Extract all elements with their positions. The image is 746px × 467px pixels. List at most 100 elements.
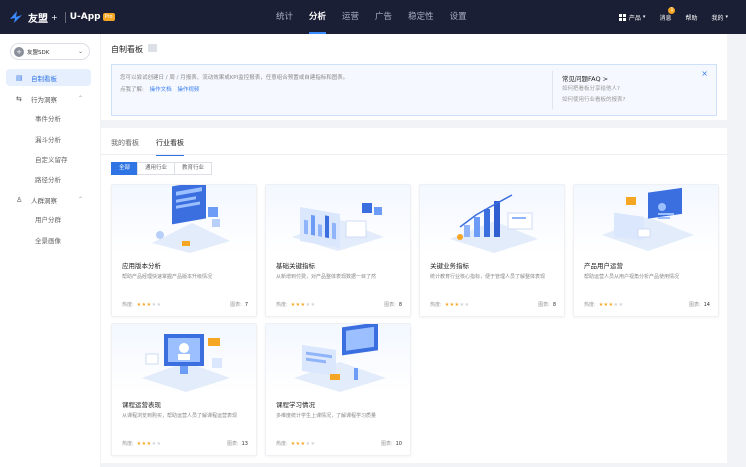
brand-name: 友盟 <box>28 13 48 25</box>
count-label: 图表: <box>226 441 239 447</box>
brand-divider <box>64 11 66 23</box>
edit-icon[interactable] <box>148 44 157 52</box>
chevron-up-icon: ⌃ <box>77 95 83 102</box>
nav-settings[interactable]: 设置 <box>442 0 475 34</box>
nav-operations[interactable]: 运营 <box>334 0 367 34</box>
count-value: 13 <box>241 441 248 447</box>
pro-badge: Pro <box>102 13 115 21</box>
account-menu[interactable]: 我的 ▾ <box>711 13 728 22</box>
card-chart-count: 图表: 10 <box>381 440 402 447</box>
close-icon[interactable]: × <box>701 69 708 78</box>
card-chart-count: 图表: 7 <box>230 301 248 308</box>
card-heat: 热度: ★★★★★ <box>430 301 470 309</box>
nav-ads[interactable]: 广告 <box>367 0 400 34</box>
sidebar-item-event-analysis[interactable]: 事件分析 <box>35 113 61 123</box>
account-label: 我的 <box>711 14 724 22</box>
chevron-up-icon: ⌃ <box>77 196 83 203</box>
user-icon: ♙ <box>16 195 23 204</box>
card-illustration <box>420 185 564 254</box>
help-link[interactable]: 帮助 <box>685 13 697 22</box>
count-value: 14 <box>703 302 710 308</box>
heat-stars: ★★★★★ <box>136 301 162 308</box>
sidebar-group-behavior[interactable]: ⇆ 行为洞察 ⌃ <box>6 90 91 107</box>
brand-plus: + <box>51 12 58 22</box>
sidebar-group-audience[interactable]: ♙ 人群洞察 ⌃ <box>6 191 91 208</box>
card-chart-count: 图表: 8 <box>538 301 556 308</box>
app-icon: + <box>14 46 24 57</box>
learn-prefix: 点我了解: <box>120 87 144 93</box>
sidebar-item-funnel[interactable]: 漏斗分析 <box>35 134 61 144</box>
behavior-icon: ⇆ <box>16 94 22 103</box>
sidebar-item-segments[interactable]: 用户分群 <box>35 214 61 224</box>
tabs-divider <box>101 154 727 155</box>
card-description: 帮助运营人员从用户视角分析产品使用情况 <box>584 274 680 280</box>
nav-stability[interactable]: 稳定性 <box>400 0 442 34</box>
app-selector[interactable]: + 友盟SDK ⌄ <box>10 43 90 60</box>
messages-label: 消息 <box>659 14 672 22</box>
heat-stars: ★★★★★ <box>598 301 624 308</box>
page-title: 自制看板 <box>111 45 143 54</box>
card-description: 从课程浏览到购买，帮助运营人员了解课程运营表现 <box>122 413 238 419</box>
right-nav: 产品 ▾ 消息 1 帮助 我的 ▾ <box>605 0 728 34</box>
heat-stars: ★★★★★ <box>290 301 316 308</box>
card-heat: 热度: ★★★★★ <box>276 440 316 448</box>
sidebar-item-dashboard[interactable]: ▤ 自制看板 <box>6 69 91 86</box>
brand-logo[interactable]: 友盟 + U-App Pro <box>0 0 115 34</box>
product-menu[interactable]: 产品 ▾ <box>618 13 646 22</box>
tab-my-dashboard[interactable]: 我的看板 <box>111 138 139 154</box>
sidebar-item-path[interactable]: 路径分析 <box>35 174 61 184</box>
header-panel: 自制看板 您可以尝试创建日 / 周 / 月报表、流动效果或KPI监控报表，任意组… <box>101 34 727 120</box>
faq-question-share[interactable]: 如何把看板分享给他人? <box>562 84 620 92</box>
card-title: 基础关键指标 <box>276 262 315 270</box>
app-name: 友盟SDK <box>27 49 50 56</box>
filter-all[interactable]: 全部 <box>111 162 139 175</box>
filter-education[interactable]: 教育行业 <box>174 162 213 175</box>
card-title: 课程学习情况 <box>276 401 315 409</box>
nav-analysis[interactable]: 分析 <box>301 0 334 34</box>
heat-label: 热度: <box>276 441 288 447</box>
dashboard-card[interactable]: 产品用户运营 帮助运营人员从用户视角分析产品使用情况 热度: ★★★★★ 图表:… <box>573 184 719 317</box>
card-illustration <box>266 324 410 393</box>
count-value: 10 <box>395 441 402 447</box>
filter-general[interactable]: 通用行业 <box>137 162 176 175</box>
info-banner: 您可以尝试创建日 / 周 / 月报表、流动效果或KPI监控报表，任意组合预置或自… <box>111 64 717 116</box>
industry-filter: 全部 通用行业 教育行业 <box>111 162 213 175</box>
caret-down-icon: ▾ <box>725 14 728 20</box>
sidebar-item-portrait[interactable]: 全景画像 <box>35 235 61 245</box>
heat-label: 热度: <box>122 441 134 447</box>
grid-icon <box>618 13 626 21</box>
card-illustration <box>574 185 718 254</box>
card-heat: 热度: ★★★★★ <box>276 301 316 309</box>
sidebar-item-retention[interactable]: 自定义留存 <box>35 154 68 164</box>
heat-label: 热度: <box>276 302 288 308</box>
dashboard-card[interactable]: 课程运营表现 从课程浏览到购买，帮助运营人员了解课程运营表现 热度: ★★★★★… <box>111 323 257 456</box>
card-title: 关键业务指标 <box>430 262 469 270</box>
card-description: 多维度统计学生上课情况，了解课程学习质量 <box>276 413 377 419</box>
faq-question-industry[interactable]: 如何使用行业看板的报表? <box>562 95 625 103</box>
product-name: U-App <box>69 12 101 22</box>
sidebar-item-label: 自制看板 <box>31 74 57 83</box>
count-label: 图表: <box>380 441 393 447</box>
divider <box>552 71 553 109</box>
count-label: 图表: <box>230 302 242 308</box>
card-chart-count: 图表: 14 <box>689 301 710 308</box>
messages-link[interactable]: 消息 1 <box>659 6 676 22</box>
caret-down-icon: ▾ <box>642 14 646 20</box>
count-value: 8 <box>552 302 556 308</box>
faq-title[interactable]: 常见问题FAQ > <box>562 73 608 83</box>
count-value: 7 <box>244 302 248 308</box>
heat-label: 热度: <box>584 302 596 308</box>
dashboard-card[interactable]: 课程学习情况 多维度统计学生上课情况，了解课程学习质量 热度: ★★★★★ 图表… <box>265 323 411 456</box>
nav-stats[interactable]: 统计 <box>268 0 301 34</box>
dashboard-card[interactable]: 应用版本分析 帮助产品经理快速掌握产品版本升级情况 热度: ★★★★★ 图表: 7 <box>111 184 257 317</box>
info-text: 您可以尝试创建日 / 周 / 月报表、流动效果或KPI监控报表，任意组合预置或自… <box>120 75 349 81</box>
card-description: 统计教育行业核心指标，便于管理人员了解整体表现 <box>430 274 546 280</box>
message-count-badge: 1 <box>668 6 676 14</box>
count-label: 图表: <box>384 302 396 308</box>
card-chart-count: 图表: 13 <box>227 440 248 447</box>
dashboard-card[interactable]: 基础关键指标 从新增到付费，对产品整体表现数据一目了然 热度: ★★★★★ 图表… <box>265 184 411 317</box>
doc-link[interactable]: 操作文档 <box>150 87 172 93</box>
card-heat: 热度: ★★★★★ <box>122 440 162 448</box>
video-link[interactable]: 操作视频 <box>177 87 199 93</box>
dashboard-card[interactable]: 关键业务指标 统计教育行业核心指标，便于管理人员了解整体表现 热度: ★★★★★… <box>419 184 565 317</box>
